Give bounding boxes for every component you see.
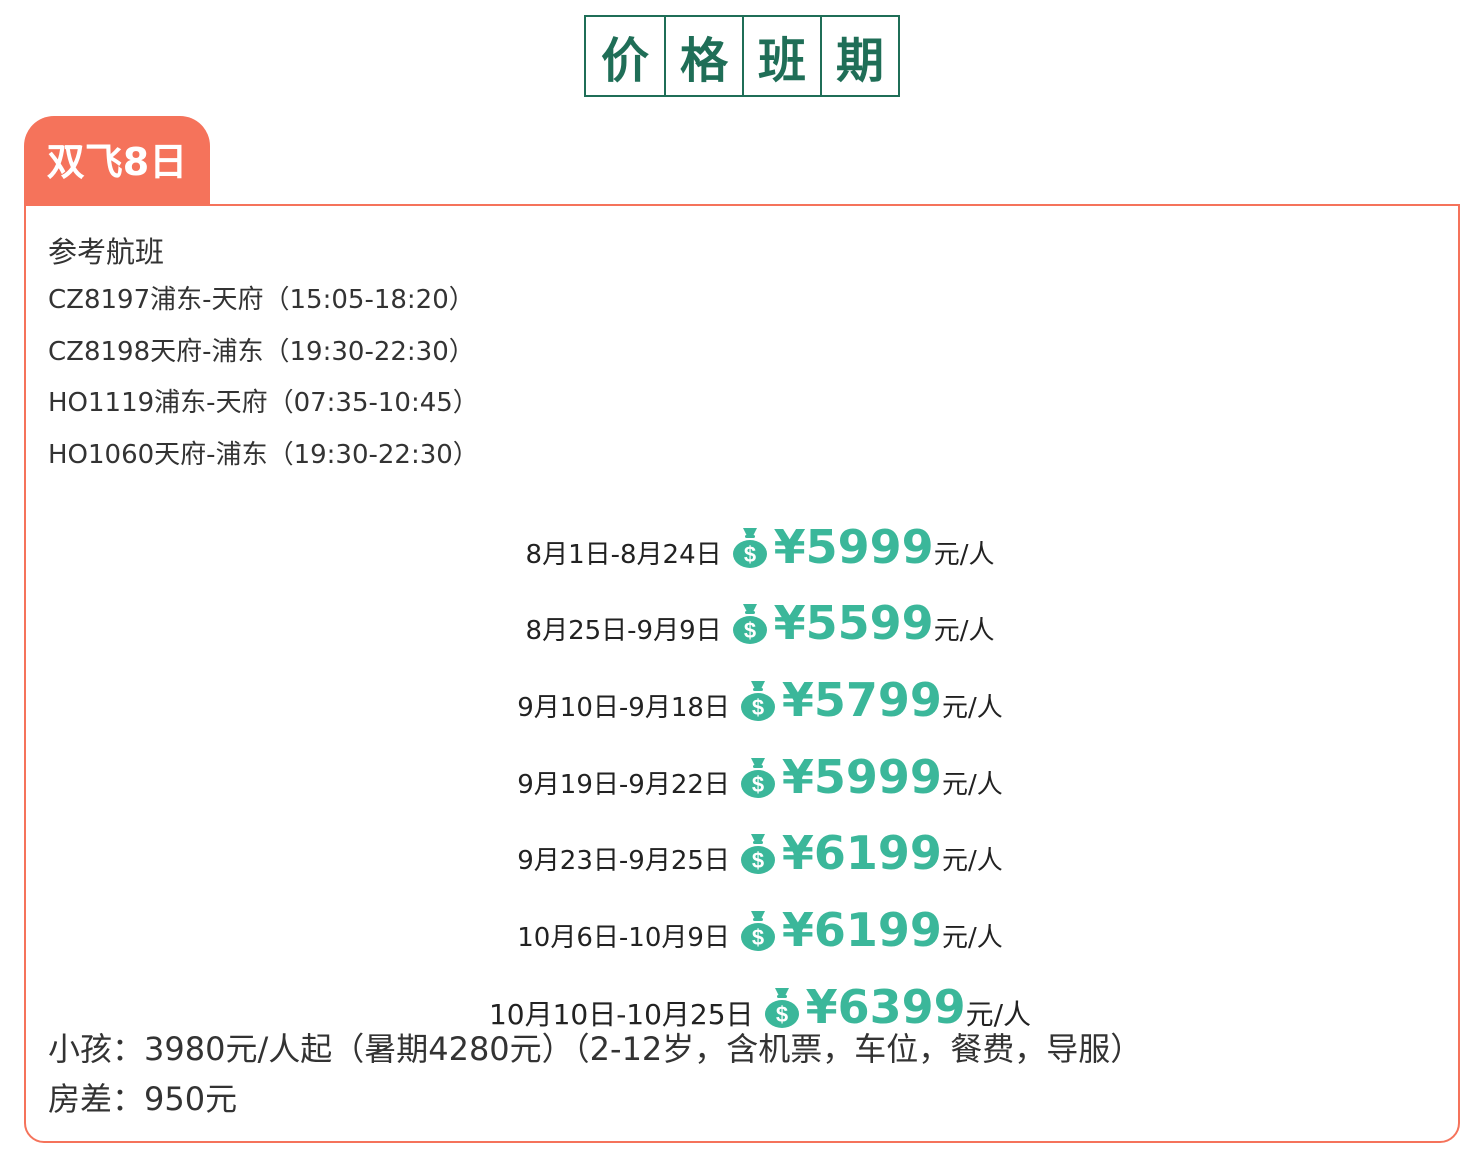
svg-text:$: $ — [744, 618, 756, 643]
svg-text:$: $ — [752, 925, 764, 950]
svg-text:$: $ — [744, 542, 756, 567]
price-row: 10月10日-10月25日 $ ¥6399 元/人 — [26, 954, 1458, 1031]
price-value: ¥5799 — [781, 673, 942, 728]
money-bag-icon: $ — [764, 987, 799, 1028]
price-date: 10月6日-10月9日 — [517, 923, 730, 954]
price-row: 8月25日-9月9日 $ ¥5599 元/人 — [26, 571, 1458, 651]
price-date: 9月19日-9月22日 — [517, 769, 730, 800]
flight-list-title: 参考航班 — [48, 235, 165, 269]
price-unit: 元/人 — [941, 693, 1003, 724]
section-title-char: 价 — [600, 33, 649, 89]
money-bag-icon: $ — [740, 681, 775, 722]
price-row: 9月19日-9月22日 $ ¥5999 元/人 — [26, 724, 1458, 801]
price-unit: 元/人 — [941, 846, 1003, 877]
money-bag-icon: $ — [732, 604, 767, 645]
section-title-char: 格 — [664, 17, 742, 95]
price-value: ¥5999 — [781, 749, 942, 804]
money-bag-icon: $ — [732, 527, 767, 568]
child-price-note: 小孩：3980元/人起（暑期4280元）（2-12岁，含机票，车位，餐费，导服） — [48, 1030, 1143, 1068]
price-value: ¥5599 — [773, 596, 934, 651]
price-row: 9月10日-9月18日 $ ¥5799 元/人 — [26, 647, 1458, 724]
svg-text:$: $ — [752, 695, 764, 720]
price-date: 9月23日-9月25日 — [517, 846, 730, 877]
money-bag-icon: $ — [740, 911, 775, 952]
room-difference-note: 房差：950元 — [48, 1080, 238, 1118]
section-title-char: 班 — [742, 17, 820, 95]
price-unit: 元/人 — [941, 923, 1003, 954]
price-date: 8月1日-8月24日 — [525, 539, 722, 570]
tour-tab-label: 双飞8日 — [24, 116, 210, 206]
price-value: ¥6199 — [781, 903, 942, 958]
flight-item: CZ8198天府-浦东（19:30-22:30） — [48, 336, 475, 367]
section-title-char: 期 — [820, 17, 898, 95]
price-card: 参考航班 CZ8197浦东-天府（15:05-18:20） CZ8198天府-浦… — [24, 204, 1460, 1143]
svg-text:$: $ — [752, 848, 764, 873]
price-date: 9月10日-9月18日 — [517, 693, 730, 724]
price-unit: 元/人 — [933, 616, 995, 647]
money-bag-icon: $ — [740, 834, 775, 875]
money-bag-icon: $ — [740, 757, 775, 798]
flight-item: HO1119浦东-天府（07:35-10:45） — [48, 388, 479, 418]
flight-item: CZ8197浦东-天府（15:05-18:20） — [48, 285, 475, 315]
svg-text:$: $ — [752, 772, 764, 797]
price-notes: 小孩：3980元/人起（暑期4280元）（2-12岁，含机票，车位，餐费，导服）… — [48, 1024, 1142, 1124]
price-unit: 元/人 — [933, 539, 995, 570]
price-value: ¥6199 — [781, 826, 942, 881]
flight-item: HO1060天府-浦东（19:30-22:30） — [48, 439, 479, 470]
price-row: 8月1日-8月24日 $ ¥5999 元/人 — [26, 494, 1458, 571]
price-date: 8月25日-9月9日 — [525, 616, 722, 647]
price-row: 10月6日-10月9日 $ ¥6199 元/人 — [26, 877, 1458, 954]
price-value: ¥5999 — [773, 519, 934, 574]
price-unit: 元/人 — [941, 769, 1003, 800]
price-row: 9月23日-9月25日 $ ¥6199 元/人 — [26, 801, 1458, 881]
section-title: 价 格 班 期 — [584, 15, 900, 97]
price-list: 8月1日-8月24日 $ ¥5999 元/人 8月25日-9月9日 $ ¥559… — [26, 494, 1458, 1031]
flight-list: 参考航班 CZ8197浦东-天府（15:05-18:20） CZ8198天府-浦… — [48, 232, 479, 486]
